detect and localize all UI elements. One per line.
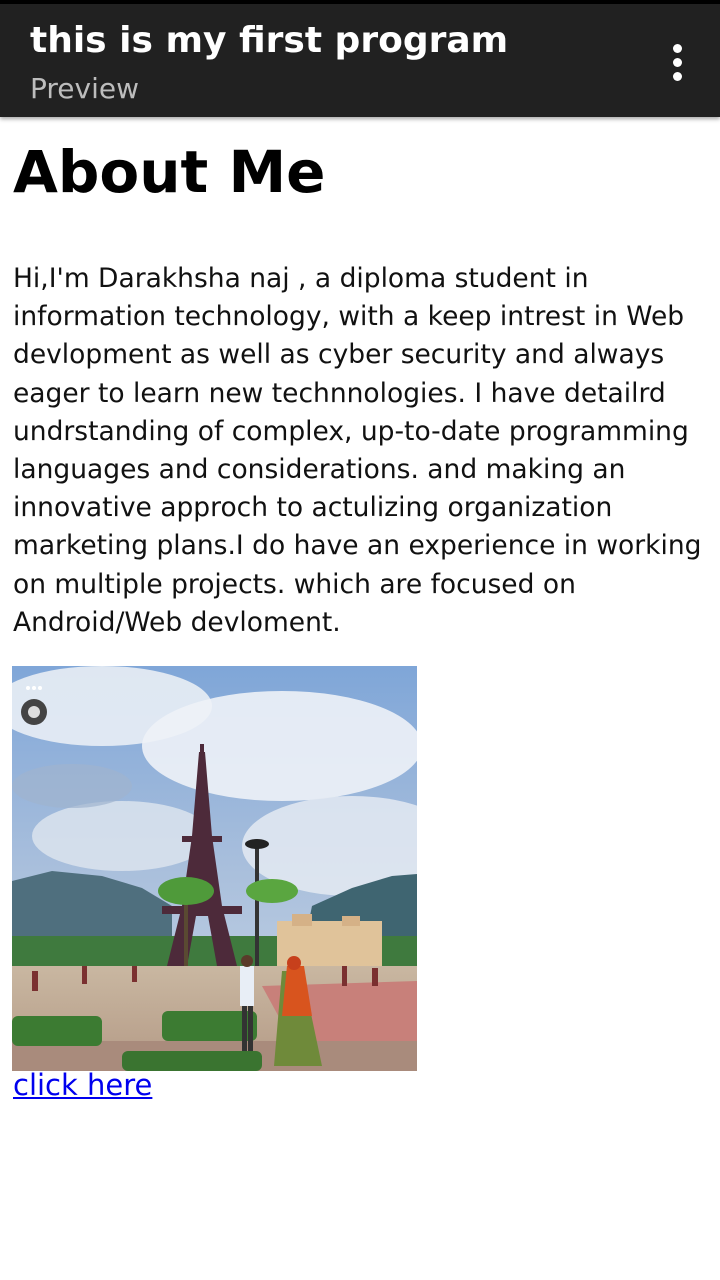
eiffel-tower-photo <box>12 666 417 1071</box>
page-title: About Me <box>13 138 326 206</box>
page-content: About Me Hi,I'm Darakhsha naj , a diplom… <box>13 120 707 642</box>
click-here-link[interactable]: click here <box>13 1068 152 1102</box>
menu-dot <box>673 58 682 67</box>
app-title: this is my first program <box>30 20 509 61</box>
menu-dot <box>673 44 682 53</box>
profile-photo <box>12 666 417 1071</box>
bio-paragraph: Hi,I'm Darakhsha naj , a diploma student… <box>13 263 702 638</box>
app-bar: this is my first program Preview <box>0 4 720 117</box>
menu-dot <box>673 72 682 81</box>
app-subtitle: Preview <box>30 72 139 105</box>
more-vertical-icon[interactable] <box>658 38 698 86</box>
